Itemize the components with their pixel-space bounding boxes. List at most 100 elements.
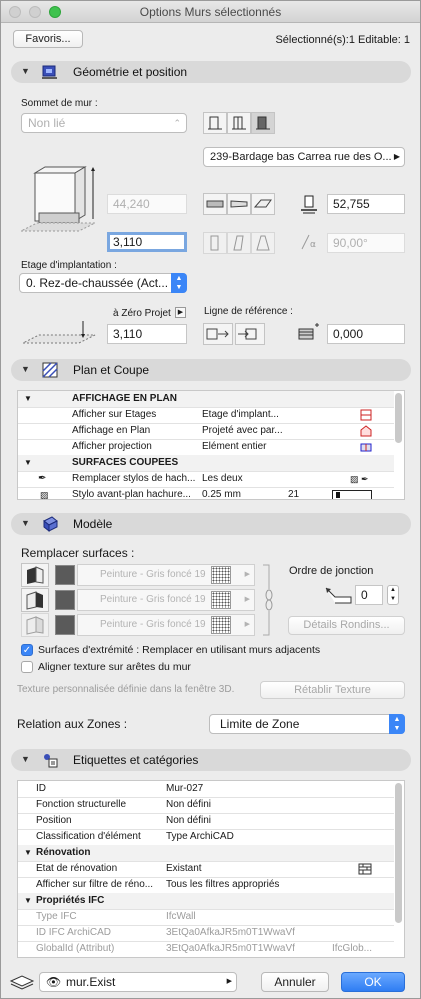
layer-select[interactable]: 👁 mur.Exist ▶ [39,972,237,992]
favorites-button[interactable]: Favoris... [13,30,83,48]
zero-project-field[interactable]: 3,110 [107,324,187,344]
junction-order-icon [325,587,352,604]
trapezoid-wall-icon [230,200,248,208]
angle-icon: α [301,234,316,250]
surface-override-1-toggle[interactable] [21,563,49,587]
angle-field[interactable]: 90,00° [327,233,405,253]
table-row[interactable]: ▼ Propriétés IFC [18,893,394,909]
story-select[interactable]: 0. Rez-de-chaussée (Act... ▲ ▼ [19,273,187,293]
table-row[interactable]: Affichage en Plan Projeté avec par... [18,423,394,439]
expand-triangle-icon[interactable]: ▼ [24,391,32,407]
model-icon [43,516,58,533]
table-row[interactable]: Afficher projection Elément entier [18,439,394,455]
ref-line-inside-button[interactable] [235,323,265,345]
plan-table-scrollbar[interactable] [395,393,402,443]
slant-single-button[interactable] [227,232,251,254]
collapse-triangle-icon[interactable]: ▼ [21,66,30,76]
table-row[interactable]: Etat de rénovation Existant [18,861,394,877]
table-row[interactable]: ▼ Rénovation [18,845,394,861]
table-row[interactable]: Fonction structurelle Non défini [18,797,394,813]
table-row[interactable]: ▼ SURFACES COUPEES [18,455,394,471]
table-row[interactable]: Position Non défini [18,813,394,829]
wall-type-straight-button[interactable] [203,112,227,134]
table-row[interactable]: ✒ Remplacer stylos de hach... Les deux ▨… [18,471,394,487]
hatch-pen-icon: ▨ ✒ [350,474,369,484]
tags-table: ID Mur-027 Fonction structurelle Non déf… [17,780,405,958]
material-3-swatch[interactable] [55,615,75,635]
ok-button[interactable]: OK [341,972,405,992]
zoom-window-button[interactable] [49,6,61,18]
junction-order-field[interactable]: 0 [355,585,383,605]
table-row[interactable]: Afficher sur filtre de réno... Tous les … [18,877,394,893]
expand-triangle-icon[interactable]: ▼ [24,845,32,861]
title-bar: Options Murs sélectionnés [1,1,420,23]
tags-table-scrollbar[interactable] [395,783,402,923]
minimize-window-button[interactable] [29,6,41,18]
wall-type-trapezoid-button[interactable] [227,112,251,134]
zone-relation-label: Relation aux Zones : [17,717,128,731]
table-row[interactable]: Classification d'élément Type ArchiCAD [18,829,394,845]
slant-double-button[interactable] [251,232,275,254]
table-row[interactable]: Afficher sur Etages Etage d'implant... [18,407,394,423]
material-1-swatch[interactable] [55,565,75,585]
material-2-swatch[interactable] [55,590,75,610]
collapse-triangle-icon[interactable]: ▼ [21,518,30,528]
hatch-foreground-icon: ▨ [40,490,49,500]
table-row[interactable]: ID IFC ArchiCAD 3EtQa0AfkaJR5m0T1WwaVf [18,925,394,941]
close-window-button[interactable] [9,6,21,18]
expand-triangle-icon[interactable]: ▼ [24,455,32,471]
table-row[interactable]: ▨ Stylo avant-plan hachure... 0.25 mm 21 [18,487,394,500]
texture-1-preview [211,566,231,584]
pen-override-icon: ✒ [38,473,47,484]
wall-geometry-trapezoid-button[interactable] [227,193,251,215]
wall-height-field[interactable]: 44,240 [107,194,187,214]
table-row[interactable]: GlobalId (Attribut) 3EtQa0AfkaJR5m0T1Wwa… [18,941,394,957]
end-surfaces-checkbox[interactable]: ✓ [21,644,33,656]
wall-polygon-icon [256,116,270,130]
visibility-eye-icon: 👁 [46,975,62,989]
section-plan-label: Plan et Coupe [73,363,150,377]
wall-trapezoid-icon [232,116,246,130]
expand-triangle-icon[interactable]: ▼ [24,893,32,909]
wall-top-select[interactable]: Non lié ⌃ [21,113,187,133]
section-tags-header[interactable]: ▼ Etiquettes et catégories [11,749,411,771]
wall-profile-select[interactable]: 239-Bardage bas Carrea rue des O... ▶ [203,147,405,167]
section-geometry-header[interactable]: ▼ Géométrie et position [11,61,411,83]
surface-override-2-toggle[interactable] [21,588,49,612]
table-row[interactable]: ID Mur-027 [18,781,394,797]
stepper-icon: ▲ ▼ [171,273,187,293]
surface-override-3-toggle[interactable] [21,613,49,637]
collapse-triangle-icon[interactable]: ▼ [21,754,30,764]
wall-offset-field[interactable]: 3,110 [107,232,187,252]
end-surfaces-label: Surfaces d'extrémité : Remplacer en util… [38,644,321,656]
wall-straight-icon [208,116,222,130]
reset-texture-button[interactable]: Rétablir Texture [260,681,405,699]
log-details-button[interactable]: Détails Rondins... [288,616,405,635]
slant-vertical-button[interactable] [203,232,227,254]
ref-offset-field[interactable]: 0,000 [327,324,405,344]
collapse-triangle-icon[interactable]: ▼ [21,364,30,374]
align-texture-checkbox[interactable] [21,661,33,673]
junction-stepper-icon[interactable]: ▲ ▼ [387,585,399,605]
double-slanted-wall-icon [256,235,270,251]
wall-type-polygon-button[interactable] [251,112,275,134]
table-row[interactable]: Type IFC IfcWall [18,909,394,925]
wall-geometry-polygon-button[interactable] [251,193,275,215]
thickness-field[interactable]: 52,755 [327,194,405,214]
vertical-wall-icon [210,235,219,251]
zone-relation-select[interactable]: Limite de Zone ▲ ▼ [209,714,405,734]
chain-link-icon[interactable] [259,563,279,637]
section-plan-header[interactable]: ▼ Plan et Coupe [11,359,411,381]
zero-project-arrow-icon[interactable]: ▶ [175,307,186,318]
zero-project-illustration [22,321,96,344]
chevron-updown-icon: ⌃ [173,118,181,128]
section-model-header[interactable]: ▼ Modèle [11,513,411,535]
options-dialog: Options Murs sélectionnés Favoris... Sél… [0,0,421,999]
ref-line-outside-button[interactable] [203,323,233,345]
wall-geometry-straight-button[interactable] [203,193,227,215]
wall-face-edge-icon [26,591,43,610]
window-title: Options Murs sélectionnés [139,5,282,19]
cancel-button[interactable]: Annuler [261,972,329,992]
reference-line-inside-icon [238,328,257,340]
table-row[interactable]: ▼ AFFICHAGE EN PLAN [18,391,394,407]
